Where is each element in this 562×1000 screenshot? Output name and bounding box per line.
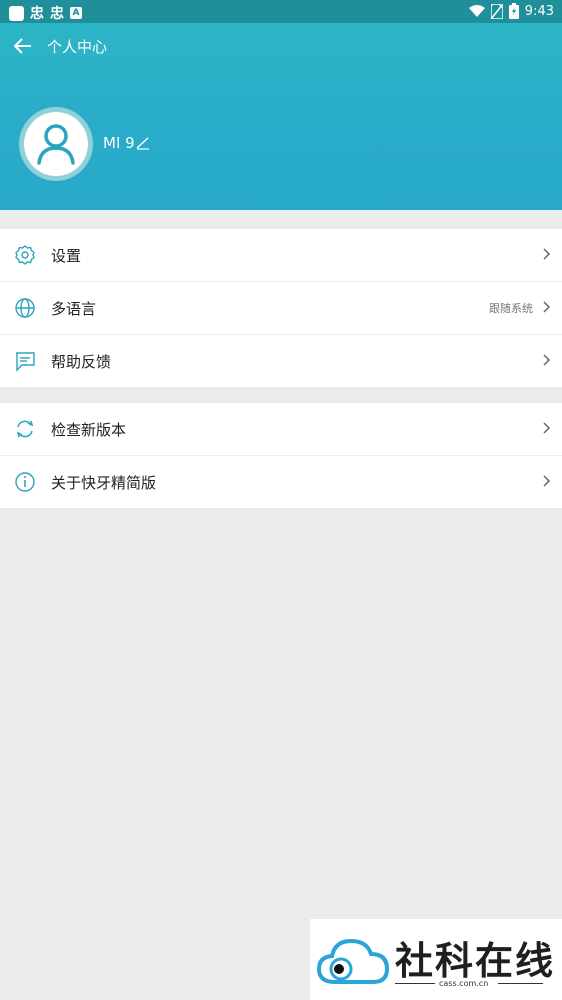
- feedback-icon: [16, 352, 35, 372]
- info-icon: [15, 472, 35, 492]
- menu-card-2: 检查新版本 关于快牙精简版: [0, 403, 562, 508]
- username: MI 9: [103, 134, 135, 152]
- chevron-right-icon: [543, 301, 551, 313]
- status-bar: 忠 忠 A 9:43: [0, 0, 562, 23]
- menu-item-about[interactable]: 关于快牙精简版: [0, 456, 562, 508]
- watermark-url: cass.com.cn: [439, 979, 489, 988]
- menu-card-1: 设置 多语言 跟随系统 帮助反馈: [0, 229, 562, 387]
- wifi-icon: [468, 5, 485, 17]
- refresh-icon: [16, 420, 34, 438]
- top-bar: 个人中心: [0, 23, 562, 69]
- back-arrow-icon[interactable]: [12, 35, 34, 57]
- language-value: 跟随系统: [489, 302, 533, 315]
- status-time: 9:43: [524, 3, 554, 19]
- chevron-right-icon: [543, 354, 551, 366]
- globe-icon: [15, 298, 35, 318]
- app-notification-icon: 忠: [50, 6, 64, 22]
- menu-item-help-feedback[interactable]: 帮助反馈: [0, 335, 562, 387]
- chevron-right-icon: [543, 422, 551, 434]
- cloud-eye-logo-icon: [316, 938, 390, 984]
- app-notification-icon: 忠: [30, 6, 44, 22]
- a-notification-icon: A: [70, 7, 82, 19]
- battery-icon: [508, 3, 519, 19]
- menu-label: 检查新版本: [51, 420, 127, 439]
- avatar[interactable]: [19, 107, 93, 181]
- app-notification-icon: [9, 5, 24, 21]
- watermark-text: 社科在线: [395, 939, 556, 983]
- menu-label: 设置: [51, 246, 82, 265]
- watermark: 社科在线 cass.com.cn: [310, 919, 562, 1000]
- menu-item-language[interactable]: 多语言 跟随系统: [0, 282, 562, 335]
- menu-label: 关于快牙精简版: [51, 473, 157, 492]
- edit-icon[interactable]: [136, 136, 150, 150]
- menu-item-check-update[interactable]: 检查新版本: [0, 403, 562, 456]
- gear-icon: [15, 245, 35, 265]
- chevron-right-icon: [543, 475, 551, 487]
- user-icon: [37, 124, 75, 165]
- menu-label: 帮助反馈: [51, 352, 112, 371]
- menu-label: 多语言: [51, 299, 97, 318]
- page-title: 个人中心: [47, 38, 108, 56]
- menu-item-settings[interactable]: 设置: [0, 229, 562, 282]
- no-sim-icon: [490, 3, 503, 19]
- chevron-right-icon: [543, 248, 551, 260]
